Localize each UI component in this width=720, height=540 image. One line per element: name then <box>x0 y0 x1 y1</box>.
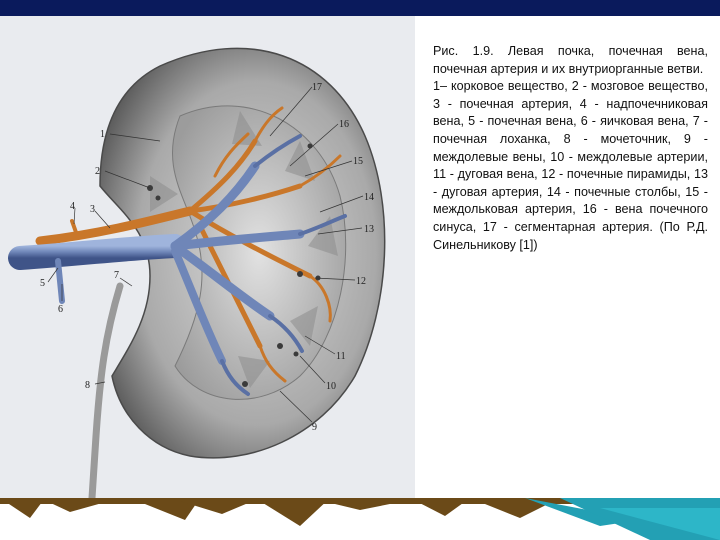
callout-15: 15 <box>353 156 363 167</box>
footer-shapes <box>0 498 720 540</box>
figure-panel: 1 2 3 4 5 6 7 8 9 10 11 12 13 14 15 16 1… <box>0 16 415 498</box>
callout-7: 7 <box>114 270 119 281</box>
callout-4: 4 <box>70 201 75 212</box>
caption-title: Рис. 1.9. Левая почка, почечная вена, по… <box>433 44 708 76</box>
callout-16: 16 <box>339 119 349 130</box>
callout-8: 8 <box>85 380 90 391</box>
figure-caption: Рис. 1.9. Левая почка, почечная вена, по… <box>433 43 708 254</box>
callout-6: 6 <box>58 304 63 315</box>
callout-3: 3 <box>90 204 95 215</box>
caption-legend: 1– корковое вещество, 2 - мозговое вещес… <box>433 79 708 252</box>
callout-1: 1 <box>100 129 105 140</box>
callout-11: 11 <box>336 351 346 362</box>
callout-9: 9 <box>312 422 317 433</box>
kidney-illustration: 1 2 3 4 5 6 7 8 9 10 11 12 13 14 15 16 1… <box>8 47 386 498</box>
callout-5: 5 <box>40 278 45 289</box>
callout-17: 17 <box>312 82 322 93</box>
callout-2: 2 <box>95 166 100 177</box>
callout-14: 14 <box>364 192 374 203</box>
callout-13: 13 <box>364 224 374 235</box>
callout-12: 12 <box>356 276 366 287</box>
top-bar <box>0 0 720 16</box>
decorative-footer <box>0 498 720 540</box>
callout-10: 10 <box>326 381 336 392</box>
